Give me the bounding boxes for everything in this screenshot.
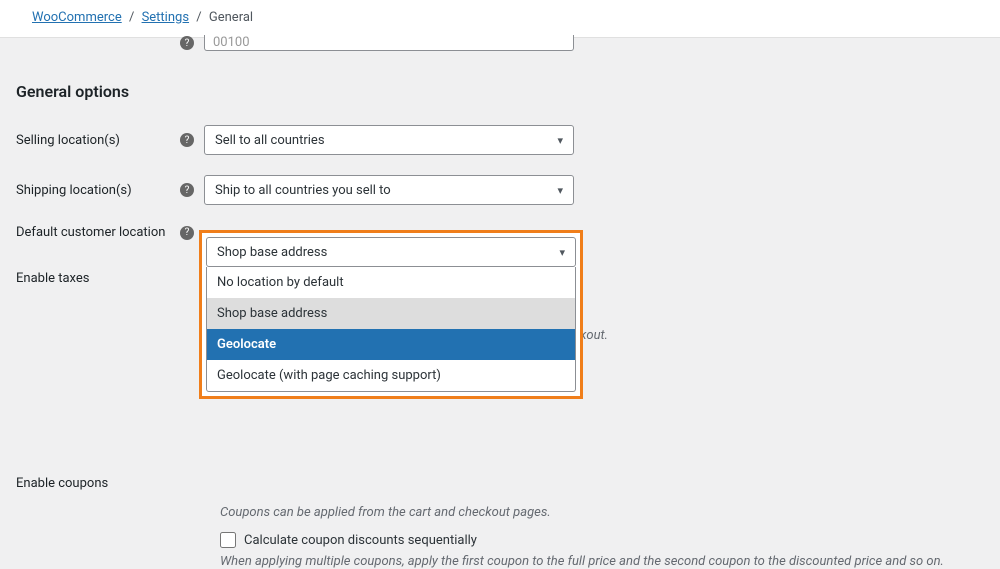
shipping-location-label: Shipping location(s) xyxy=(16,183,132,198)
enable-taxes-label: Enable taxes xyxy=(16,271,89,286)
enable-coupons-row: Enable coupons xyxy=(16,464,984,501)
selling-location-select[interactable]: Sell to all countries ▾ xyxy=(204,125,574,155)
breadcrumb-current: General xyxy=(209,10,253,25)
header-bar: WooCommerce / Settings / General xyxy=(0,0,1000,38)
default-location-dropdown: No location by default Shop base address… xyxy=(206,267,576,392)
default-location-highlight: Shop base address ▾ No location by defau… xyxy=(199,230,583,399)
option-geolocate[interactable]: Geolocate xyxy=(207,329,575,360)
selling-location-label: Selling location(s) xyxy=(16,133,120,148)
option-geolocate-cache[interactable]: Geolocate (with page caching support) xyxy=(207,360,575,391)
help-icon[interactable]: ? xyxy=(180,226,194,240)
chevron-down-icon: ▾ xyxy=(557,184,563,197)
shipping-location-select[interactable]: Ship to all countries you sell to ▾ xyxy=(204,175,574,205)
select-value: Shop base address xyxy=(217,245,559,260)
shipping-location-row: Shipping location(s) ? Ship to all count… xyxy=(16,165,984,215)
section-title-general-options: General options xyxy=(16,82,984,101)
chevron-down-icon: ▾ xyxy=(557,134,563,147)
postcode-input[interactable]: 00100 xyxy=(204,35,574,51)
taxes-description-fragment: kout. xyxy=(580,328,608,343)
help-icon[interactable]: ? xyxy=(180,36,194,50)
select-value: Ship to all countries you sell to xyxy=(215,183,557,198)
select-value: Sell to all countries xyxy=(215,133,557,148)
selling-location-row: Selling location(s) ? Sell to all countr… xyxy=(16,115,984,165)
breadcrumb-settings[interactable]: Settings xyxy=(142,10,189,25)
breadcrumb-sep: / xyxy=(196,10,201,25)
breadcrumb: WooCommerce / Settings / General xyxy=(32,10,968,25)
sequential-coupons-row: Calculate coupon discounts sequentially xyxy=(220,532,984,548)
postcode-row-partial: ? 00100 xyxy=(16,34,984,52)
enable-coupons-label: Enable coupons xyxy=(16,476,108,491)
help-icon[interactable]: ? xyxy=(180,133,194,147)
sequential-coupons-description: When applying multiple coupons, apply th… xyxy=(220,554,984,569)
sequential-coupons-checkbox[interactable] xyxy=(220,532,236,548)
default-location-select[interactable]: Shop base address ▾ xyxy=(206,237,576,267)
chevron-down-icon: ▾ xyxy=(559,246,565,259)
coupons-description: Coupons can be applied from the cart and… xyxy=(220,505,984,520)
help-icon[interactable]: ? xyxy=(180,183,194,197)
sequential-coupons-label: Calculate coupon discounts sequentially xyxy=(244,533,477,548)
breadcrumb-sep: / xyxy=(129,10,134,25)
option-no-location[interactable]: No location by default xyxy=(207,267,575,298)
option-shop-base[interactable]: Shop base address xyxy=(207,298,575,329)
breadcrumb-woocommerce[interactable]: WooCommerce xyxy=(32,10,122,25)
default-location-label: Default customer location xyxy=(16,225,165,240)
